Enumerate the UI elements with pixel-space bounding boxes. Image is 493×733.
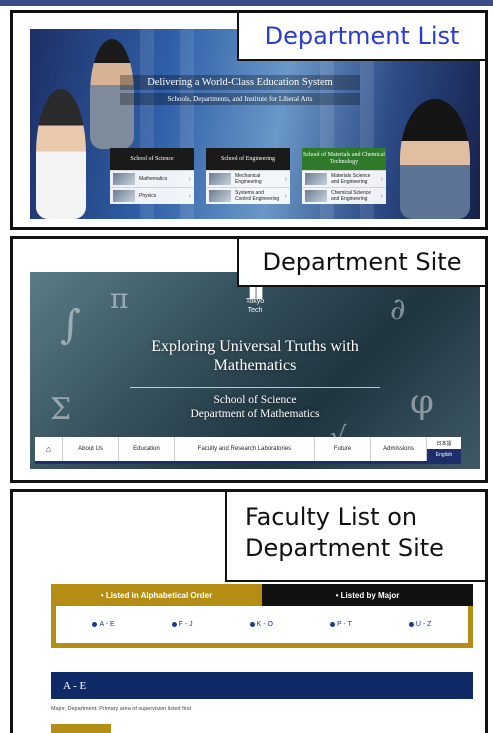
tokyo-tech-logo: ▮▮ Tokyo Tech (240, 284, 270, 315)
school-card-title: School of Engineering (206, 148, 290, 170)
language-switch: 日本語 English (427, 437, 461, 461)
school-card-title: School of Science (110, 148, 194, 170)
chevron-right-icon: › (188, 192, 191, 200)
department-link[interactable]: Chemical Science and Engineering › (302, 187, 386, 204)
letter-range-link[interactable]: A - E (92, 621, 115, 628)
department-site-callout: Department Site (237, 239, 485, 287)
headline-line: Mathematics (213, 357, 297, 374)
letter-range-label: F - J (178, 621, 193, 628)
chalk-scribble: ∂ (390, 292, 406, 327)
tab-label: Listed by Major (340, 590, 400, 600)
department-link[interactable]: Physics › (110, 187, 194, 204)
department-list-callout: Department List (237, 13, 485, 61)
department-link[interactable]: Materials Science and Engineering › (302, 170, 386, 187)
department-link[interactable]: Mechanical Engineering › (206, 170, 290, 187)
tab-alphabetical[interactable]: • Listed in Alphabetical Order (51, 584, 262, 606)
department-link-label: Materials Science and Engineering (331, 173, 371, 185)
chevron-right-icon: › (380, 192, 383, 200)
faculty-list-callout: Faculty List on Department Site (225, 492, 485, 582)
department-link-label: Mechanical Engineering (235, 173, 262, 185)
department-name: Department of Mathematics (190, 408, 320, 420)
department-thumbnail (209, 190, 231, 202)
chalk-scribble: π (110, 282, 129, 315)
headline-divider (130, 387, 380, 388)
department-link[interactable]: Systems and Control Engineering › (206, 187, 290, 204)
letter-range-link[interactable]: P - T (329, 621, 352, 628)
department-link-label: Systems and Control Engineering (235, 190, 280, 202)
supervision-note: Major, Department: Primary area of super… (51, 706, 191, 712)
lang-english-button[interactable]: English (427, 449, 461, 461)
department-headline: Exploring Universal Truths with Mathemat… (120, 337, 390, 375)
listing-tabs: • Listed in Alphabetical Order • Listed … (51, 584, 473, 606)
department-nav-bar: ⌂ About Us Education Faculty and Researc… (35, 437, 461, 464)
tab-label: Listed in Alphabetical Order (105, 590, 213, 600)
department-site-panel: Department Site ∫ π Σ ∂ φ √ ▮▮ Tokyo Tec… (10, 236, 488, 483)
faculty-list-panel: Faculty List on Department Site • Listed… (10, 489, 488, 733)
section-heading-a-e: A - E (51, 672, 473, 699)
department-link-label: Chemical Science and Engineering (331, 190, 372, 202)
school-card-science[interactable]: School of Science Mathematics › Physics › (110, 148, 194, 204)
nav-item-admissions[interactable]: Admissions (371, 437, 427, 461)
chevron-right-icon: › (284, 175, 287, 183)
letter-range-links: A - E F - J K - O P - T U - Z (51, 606, 473, 648)
bullet-icon (408, 622, 414, 627)
department-link-label: Physics (139, 193, 157, 199)
department-thumbnail (113, 190, 135, 202)
banner-heading: Delivering a World-Class Education Syste… (120, 75, 360, 105)
department-thumbnail (305, 173, 327, 185)
school-card-materials[interactable]: School of Materials and Chemical Technol… (302, 148, 386, 204)
photo-person (400, 99, 470, 219)
chevron-right-icon: › (380, 175, 383, 183)
letter-range-link[interactable]: U - Z (408, 621, 432, 628)
bullet-icon (329, 622, 335, 627)
bullet-icon (92, 622, 98, 627)
letter-range-label: P - T (336, 621, 352, 628)
bullet-icon (171, 622, 177, 627)
letter-range-link[interactable]: F - J (171, 621, 193, 628)
tab-by-major[interactable]: • Listed by Major (262, 584, 473, 606)
department-thumbnail (113, 173, 135, 185)
nav-item-faculty[interactable]: Faculty and Research Laboratories (175, 437, 315, 461)
chalk-scribble: Σ (50, 392, 72, 427)
callout-line: Faculty List on (245, 503, 418, 531)
logo-mark-icon: ▮▮ (248, 284, 264, 301)
home-icon[interactable]: ⌂ (35, 437, 63, 461)
department-link[interactable]: Mathematics › (110, 170, 194, 187)
banner-title: Delivering a World-Class Education Syste… (120, 75, 360, 90)
lang-japanese-button[interactable]: 日本語 (427, 437, 461, 449)
school-card-title: School of Materials and Chemical Technol… (302, 148, 386, 170)
letter-range-label: A - E (99, 621, 115, 628)
chalk-scribble: ∫ (60, 302, 81, 348)
school-cards: School of Science Mathematics › Physics › … (110, 148, 386, 204)
photo-person (36, 89, 86, 219)
chevron-right-icon: › (188, 175, 191, 183)
callout-line: Department Site (245, 534, 444, 562)
gold-label-stub (51, 724, 111, 733)
chalk-scribble: φ (410, 382, 434, 422)
letter-range-label: K - O (256, 621, 273, 628)
nav-item-education[interactable]: Education (119, 437, 175, 461)
school-department-label: School of Science Department of Mathemat… (130, 393, 380, 421)
chevron-right-icon: › (284, 192, 287, 200)
nav-item-future[interactable]: Future (315, 437, 371, 461)
department-thumbnail (305, 190, 327, 202)
letter-range-label: U - Z (415, 621, 432, 628)
department-link-label: Mathematics (139, 176, 168, 182)
nav-item-about[interactable]: About Us (63, 437, 119, 461)
department-list-panel: Department List Delivering a World-Class… (10, 10, 488, 230)
school-card-engineering[interactable]: School of Engineering Mechanical Enginee… (206, 148, 290, 204)
letter-range-link[interactable]: K - O (249, 621, 273, 628)
bullet-icon (249, 622, 255, 627)
department-thumbnail (209, 173, 231, 185)
school-name: School of Science (213, 394, 297, 406)
headline-line: Exploring Universal Truths with (151, 338, 359, 355)
logo-text: Tokyo Tech (245, 298, 265, 314)
banner-subtitle: Schools, Departments, and Institute for … (120, 93, 360, 105)
top-rule (0, 0, 493, 6)
